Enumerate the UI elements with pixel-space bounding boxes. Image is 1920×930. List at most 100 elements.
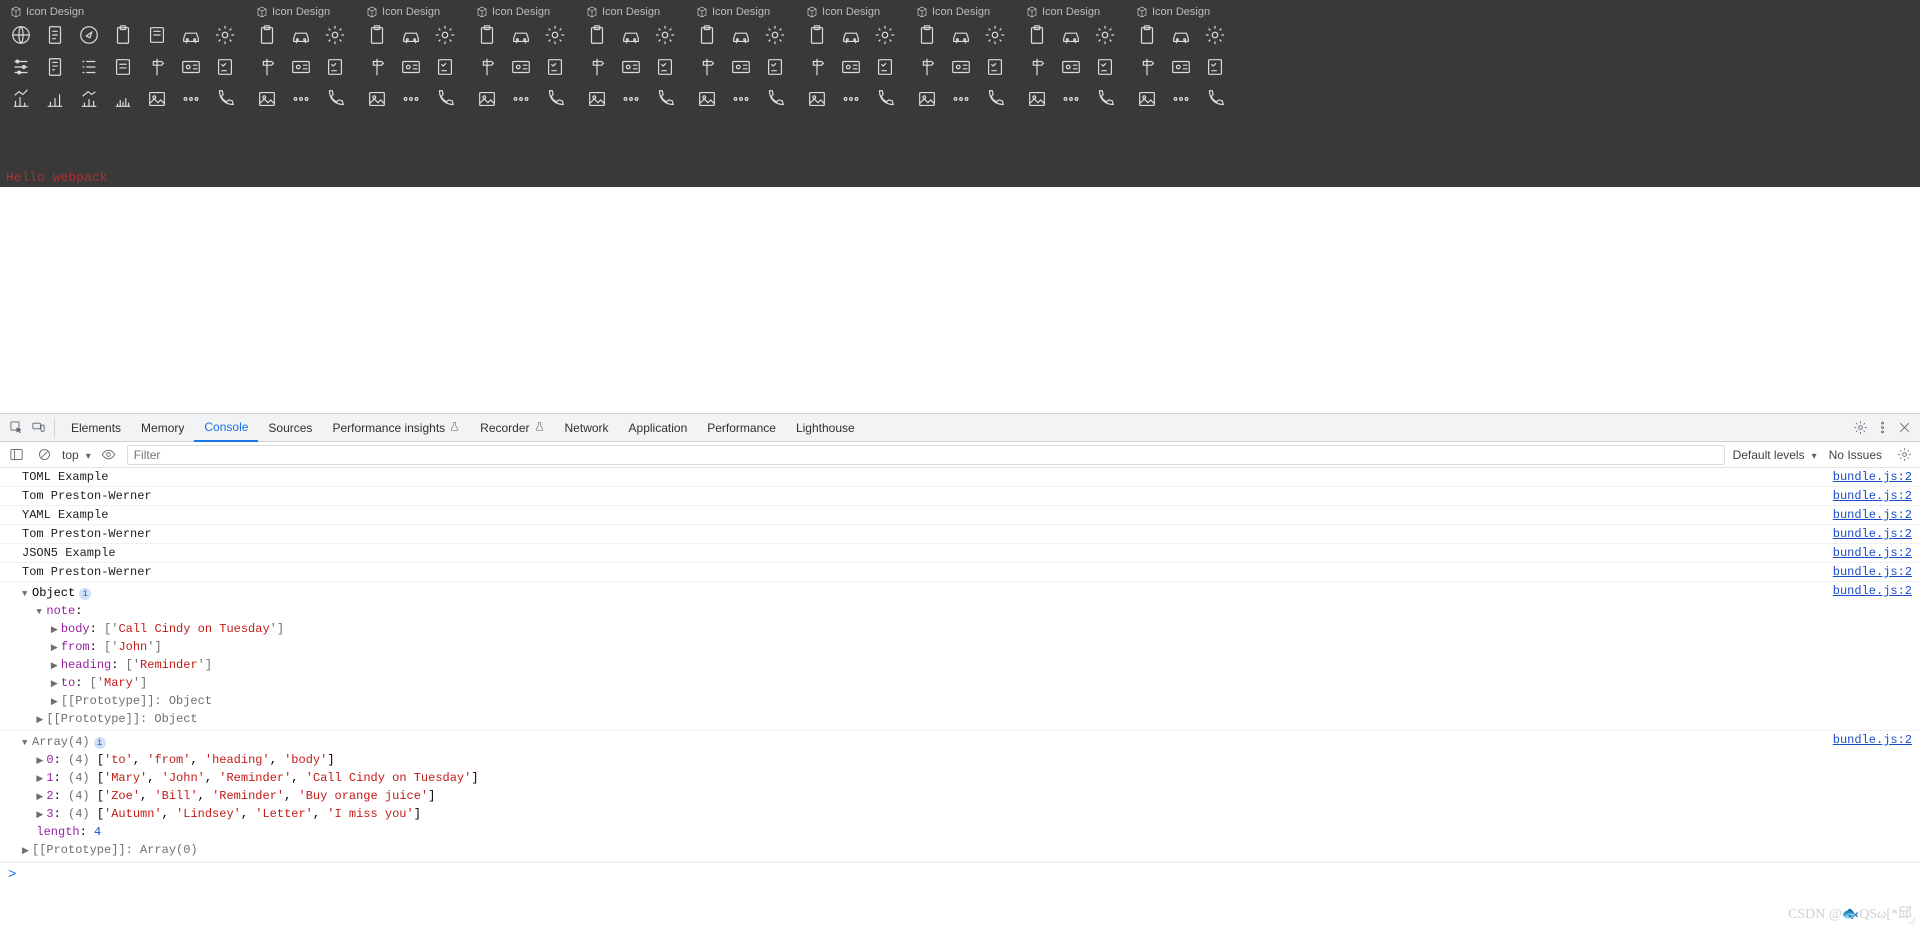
log-message: Tom Preston-Werner	[22, 527, 1833, 541]
id-card-icon	[290, 56, 312, 78]
clipboard-icon	[916, 24, 938, 46]
expand-caret[interactable]	[51, 692, 61, 710]
gear-icon	[654, 24, 676, 46]
car-icon	[1060, 24, 1082, 46]
icon-row	[916, 88, 1006, 110]
expand-caret[interactable]	[22, 733, 32, 751]
phone-icon	[654, 88, 676, 110]
iconset-title: Icon Design	[696, 6, 786, 18]
console-body[interactable]: TOML Examplebundle.js:2Tom Preston-Werne…	[0, 468, 1920, 929]
iconset-7: Icon Design	[1016, 0, 1126, 168]
tab-label: Elements	[71, 421, 121, 435]
source-link[interactable]: bundle.js:2	[1833, 733, 1912, 747]
console-log-row: Tom Preston-Wernerbundle.js:2	[0, 563, 1920, 582]
sidebar-toggle-icon[interactable]	[6, 445, 26, 465]
icon-row	[1136, 24, 1226, 46]
iconset-title: Icon Design	[256, 6, 346, 18]
console-log-row: Tom Preston-Wernerbundle.js:2	[0, 525, 1920, 544]
tab-recorder[interactable]: Recorder	[470, 414, 554, 442]
source-link[interactable]: bundle.js:2	[1833, 508, 1912, 522]
device-toggle-icon[interactable]	[28, 418, 48, 438]
more-icon[interactable]	[1872, 418, 1892, 438]
car-icon	[620, 24, 642, 46]
icon-row	[476, 24, 566, 46]
context-selector[interactable]: top	[62, 448, 91, 462]
levels-text: Default levels	[1733, 448, 1805, 462]
icon-row	[10, 24, 236, 46]
settings-icon[interactable]	[1850, 418, 1870, 438]
source-link[interactable]: bundle.js:2	[1833, 565, 1912, 579]
tab-application[interactable]: Application	[619, 414, 698, 442]
source-link[interactable]: bundle.js:2	[1833, 470, 1912, 484]
icon-row	[806, 56, 896, 78]
icon-row	[806, 88, 896, 110]
icon-row	[366, 24, 456, 46]
expand-caret[interactable]	[22, 841, 32, 859]
icon-row	[916, 56, 1006, 78]
expand-caret[interactable]	[36, 602, 46, 620]
ellipsis-icon	[840, 88, 862, 110]
source-link[interactable]: bundle.js:2	[1833, 584, 1912, 598]
source-link[interactable]: bundle.js:2	[1833, 489, 1912, 503]
iconset-0: Icon Design	[0, 0, 246, 168]
issues-label[interactable]: No Issues	[1829, 448, 1882, 462]
tab-memory[interactable]: Memory	[131, 414, 194, 442]
info-icon[interactable]: i	[79, 588, 91, 600]
signpost-icon	[476, 56, 498, 78]
eye-icon[interactable]	[99, 445, 119, 465]
checklist-icon	[434, 56, 456, 78]
clear-icon[interactable]	[34, 445, 54, 465]
expand-caret[interactable]	[51, 674, 61, 692]
iconset-title: Icon Design	[806, 6, 896, 18]
console-log-row: TOML Examplebundle.js:2	[0, 468, 1920, 487]
ellipsis-icon	[400, 88, 422, 110]
tab-network[interactable]: Network	[555, 414, 619, 442]
expand-caret[interactable]	[36, 805, 46, 823]
log-message: TOML Example	[22, 470, 1833, 484]
cube-icon	[256, 6, 268, 18]
resize-handle-icon[interactable]	[1904, 913, 1918, 927]
expand-caret[interactable]	[36, 769, 46, 787]
log-message: Tom Preston-Werner	[22, 565, 1833, 579]
car-icon	[290, 24, 312, 46]
note-key: note	[46, 604, 75, 618]
tab-lighthouse[interactable]: Lighthouse	[786, 414, 865, 442]
close-icon[interactable]	[1894, 418, 1914, 438]
icon-row	[1136, 56, 1226, 78]
info-icon[interactable]: i	[94, 737, 106, 749]
console-log-row: Tom Preston-Wernerbundle.js:2	[0, 487, 1920, 506]
expand-caret[interactable]	[36, 787, 46, 805]
prompt-char: >	[8, 867, 16, 883]
source-link[interactable]: bundle.js:2	[1833, 527, 1912, 541]
expand-caret[interactable]	[51, 638, 61, 656]
expand-caret[interactable]	[51, 620, 61, 638]
iconset-title-text: Icon Design	[492, 6, 550, 18]
tab-performance[interactable]: Performance	[697, 414, 786, 442]
tab-elements[interactable]: Elements	[61, 414, 131, 442]
levels-selector[interactable]: Default levels	[1733, 448, 1817, 462]
source-link[interactable]: bundle.js:2	[1833, 546, 1912, 560]
icon-row	[10, 88, 236, 110]
gear-icon	[984, 24, 1006, 46]
filter-input[interactable]	[127, 445, 1725, 465]
inspect-icon[interactable]	[6, 418, 26, 438]
expand-caret[interactable]	[22, 584, 32, 602]
console-settings-icon[interactable]	[1894, 445, 1914, 465]
tab-console[interactable]: Console	[194, 414, 258, 442]
console-object-log: bundle.js:2 Objecti note: body: ['Call C…	[0, 582, 1920, 731]
tab-sources[interactable]: Sources	[258, 414, 322, 442]
image-icon	[1136, 88, 1158, 110]
object-label: Object	[32, 586, 75, 600]
icon-row	[366, 88, 456, 110]
object-prop: heading: ['Reminder']	[22, 656, 1912, 674]
expand-caret[interactable]	[36, 710, 46, 728]
iconset-5: Icon Design	[796, 0, 906, 168]
iconset-title-text: Icon Design	[712, 6, 770, 18]
array-row: 1: (4) ['Mary', 'John', 'Reminder', 'Cal…	[22, 769, 1912, 787]
expand-caret[interactable]	[51, 656, 61, 674]
image-icon	[146, 88, 168, 110]
expand-caret[interactable]	[36, 751, 46, 769]
console-prompt[interactable]: >	[0, 862, 1920, 887]
checklist-icon	[544, 56, 566, 78]
tab-performance-insights[interactable]: Performance insights	[322, 414, 470, 442]
